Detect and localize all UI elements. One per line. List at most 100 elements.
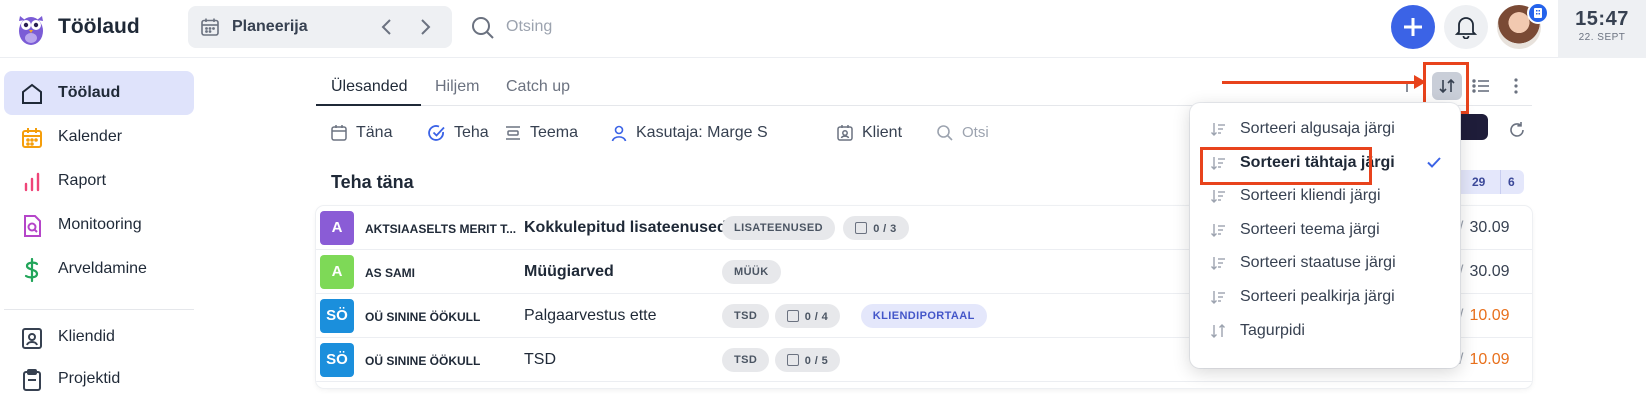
task-tag: LISATEENUSED	[722, 216, 835, 240]
global-search[interactable]: Otsing	[468, 10, 768, 46]
sidebar-item-arveldamine[interactable]: Arveldamine	[4, 247, 194, 291]
task-deadline: /10.09	[1459, 307, 1510, 325]
clock-date: 22. SEPT	[1578, 32, 1626, 43]
tag-label: 0 / 4	[804, 311, 829, 323]
sidebar-item-kalender[interactable]: Kalender	[4, 115, 194, 159]
count-a: 29	[1472, 175, 1486, 189]
dollar-icon	[24, 258, 39, 282]
tag-label: TSD	[734, 310, 758, 322]
owl-logo-icon[interactable]	[16, 10, 46, 46]
sort-menu: Sorteeri algusaja järgi Sorteeri tähtaja …	[1190, 103, 1460, 368]
bar-chart-icon	[24, 172, 40, 192]
search-input[interactable]: Otsing	[506, 18, 552, 36]
selected-sort-highlight	[1200, 147, 1372, 185]
count-divider	[1500, 170, 1501, 194]
task-title[interactable]: Kokkulepitud lisateenused	[524, 219, 727, 237]
task-deadline: /30.09	[1459, 219, 1510, 237]
sidebar-item-projektid[interactable]: Projektid	[4, 357, 194, 401]
sidebar-item-toolaud[interactable]: Töölaud	[4, 71, 194, 115]
deadline-value: 30.09	[1469, 263, 1510, 280]
planner-label: Planeerija	[232, 18, 308, 35]
checkmark-icon	[1426, 154, 1442, 175]
client-card-icon	[22, 328, 42, 349]
task-title[interactable]: TSD	[524, 351, 556, 369]
tag-label: TSD	[734, 354, 758, 366]
refresh-icon[interactable]	[1508, 121, 1526, 139]
chevron-left-icon[interactable]	[376, 16, 398, 38]
active-tab-indicator	[316, 104, 421, 106]
notifications-button[interactable]	[1444, 5, 1488, 49]
tab-catch-up[interactable]: Catch up	[506, 78, 570, 96]
task-tabs: Ülesanded Hiljem Catch up	[316, 70, 1532, 106]
deadline-value: 10.09	[1469, 307, 1510, 324]
subtask-count-badge: 0 / 3	[843, 216, 909, 240]
sidebar-item-kliendid[interactable]: Kliendid	[4, 315, 194, 359]
tab-ulesanded[interactable]: Ülesanded	[331, 78, 408, 96]
top-bar: Töölaud Planeerija Otsing 15:47 22. SEPT	[0, 0, 1646, 58]
sort-option-label: Tagurpidi	[1240, 321, 1305, 339]
sort-order-icon	[1210, 188, 1226, 209]
task-tag: KLIENDIPORTAAL	[860, 304, 987, 328]
sort-option[interactable]: Sorteeri teema järgi	[1190, 213, 1460, 247]
task-client: OÜ SININE ÖÖKULL	[365, 354, 481, 368]
filter-theme-label: Teema	[530, 124, 579, 141]
sidebar-item-label: Kalender	[58, 128, 123, 145]
tag-label: MÜÜK	[734, 266, 769, 278]
task-tag: TSD	[722, 304, 770, 328]
sort-option[interactable]: Tagurpidi	[1190, 314, 1460, 348]
calendar-icon	[22, 128, 42, 148]
filter-status-label: Teha	[454, 124, 489, 141]
app-title: Töölaud	[58, 15, 140, 38]
filter-search-input[interactable]: Otsi	[962, 124, 989, 141]
home-icon	[22, 83, 42, 104]
calendar-icon	[201, 18, 219, 36]
planner-switcher[interactable]: Planeerija	[188, 6, 452, 48]
deadline-value: 30.09	[1469, 219, 1510, 236]
sidebar-item-monitooring[interactable]: Monitooring	[4, 203, 194, 247]
subtask-count-badge: 0 / 5	[774, 348, 841, 372]
tag-label: 0 / 3	[873, 223, 897, 235]
monitor-doc-icon	[24, 215, 41, 237]
task-counts: 29 6	[1452, 170, 1524, 194]
list-view-icon[interactable]	[1472, 78, 1490, 94]
client-card-icon	[837, 125, 853, 141]
sidebar-item-label: Töölaud	[58, 84, 121, 101]
more-vertical-icon[interactable]	[1508, 77, 1524, 95]
sort-option[interactable]: Sorteeri staatuse järgi	[1190, 246, 1460, 280]
user-icon	[611, 125, 627, 142]
theme-icon	[506, 126, 520, 140]
checkbox-icon	[786, 354, 799, 366]
check-circle-icon	[428, 125, 445, 141]
task-title[interactable]: Palgaarvestus ette	[524, 307, 657, 325]
sort-option-label: Sorteeri pealkirja järgi	[1240, 288, 1395, 305]
tab-hiljem[interactable]: Hiljem	[435, 78, 479, 96]
task-deadline: /10.09	[1459, 351, 1510, 369]
sidebar: Töölaud Kalender Raport Monitooring Arve…	[0, 58, 200, 391]
search-icon	[937, 125, 953, 141]
sidebar-item-label: Projektid	[58, 370, 121, 387]
search-icon	[472, 17, 494, 39]
filter-user-label: Kasutaja: Marge S	[636, 124, 768, 141]
sort-order-icon	[1210, 255, 1226, 276]
checkbox-icon	[855, 222, 868, 234]
deadline-value: 10.09	[1469, 351, 1510, 368]
sidebar-item-label: Raport	[58, 172, 107, 189]
sort-order-icon	[1210, 222, 1226, 243]
add-button[interactable]	[1391, 5, 1435, 49]
tag-label: KLIENDIPORTAAL	[872, 310, 975, 322]
annotation-arrow	[1222, 81, 1418, 84]
sidebar-item-raport[interactable]: Raport	[4, 159, 194, 203]
sort-option-label: Sorteeri staatuse järgi	[1240, 254, 1396, 272]
sort-option-label: Sorteeri algusaja järgi	[1240, 120, 1395, 137]
task-tag: MÜÜK	[722, 260, 781, 284]
bell-icon	[1455, 17, 1477, 39]
filter-date-label: Täna	[356, 124, 393, 141]
chevron-right-icon[interactable]	[414, 16, 436, 38]
client-avatar: A	[320, 255, 354, 289]
sidebar-item-label: Arveldamine	[58, 260, 147, 277]
task-title[interactable]: Müügiarved	[524, 263, 614, 281]
sort-option[interactable]: Sorteeri algusaja järgi	[1190, 112, 1460, 146]
plus-icon	[1404, 18, 1422, 36]
sort-option[interactable]: Sorteeri pealkirja järgi	[1190, 280, 1460, 314]
clipboard-icon	[23, 369, 41, 391]
